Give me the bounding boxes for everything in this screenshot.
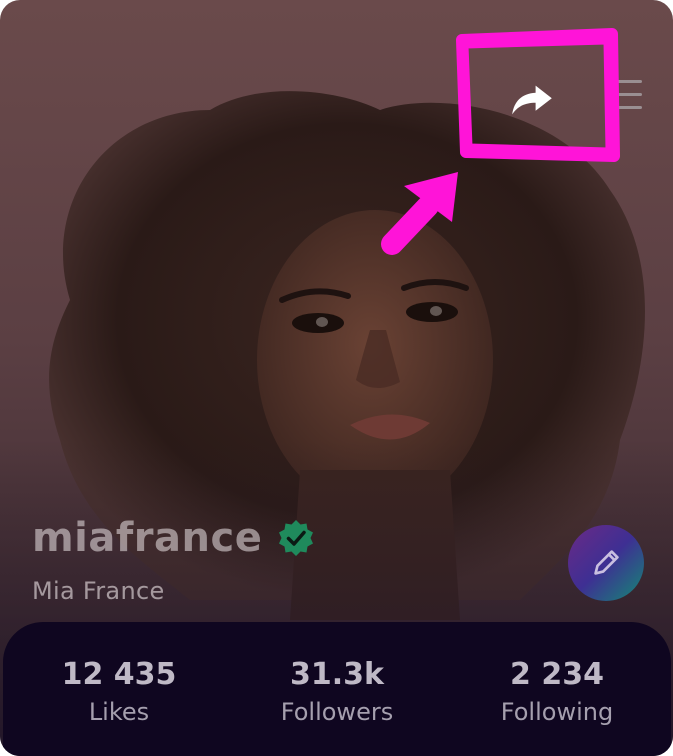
stat-label: Following [500,698,614,726]
verified-badge-icon [279,520,314,556]
edit-profile-button[interactable] [568,525,644,601]
right-eye-highlight [430,306,442,316]
share-button[interactable] [500,72,564,128]
stat-likes[interactable]: 12 435 Likes [9,657,229,726]
stat-following[interactable]: 2 234 Following [447,657,667,726]
display-name: Mia France [32,577,165,605]
username-row: miafrance [32,518,316,558]
username: miafrance [32,515,263,561]
left-eye-highlight [316,317,328,327]
stat-value: 2 234 [510,657,604,692]
pencil-icon [594,550,619,575]
stats-panel: 12 435 Likes 31.3k Followers 2 234 Follo… [3,622,671,756]
stat-followers[interactable]: 31.3k Followers [227,657,447,726]
stat-value: 31.3k [290,657,384,692]
stat-label: Followers [280,698,394,726]
profile-card: miafrance Mia France 12 435 Likes 31.3k … [0,0,673,756]
hamburger-menu-icon[interactable] [604,78,642,112]
stat-label: Likes [88,698,150,726]
stat-value: 12 435 [61,657,177,692]
share-arrow-icon [512,85,552,115]
